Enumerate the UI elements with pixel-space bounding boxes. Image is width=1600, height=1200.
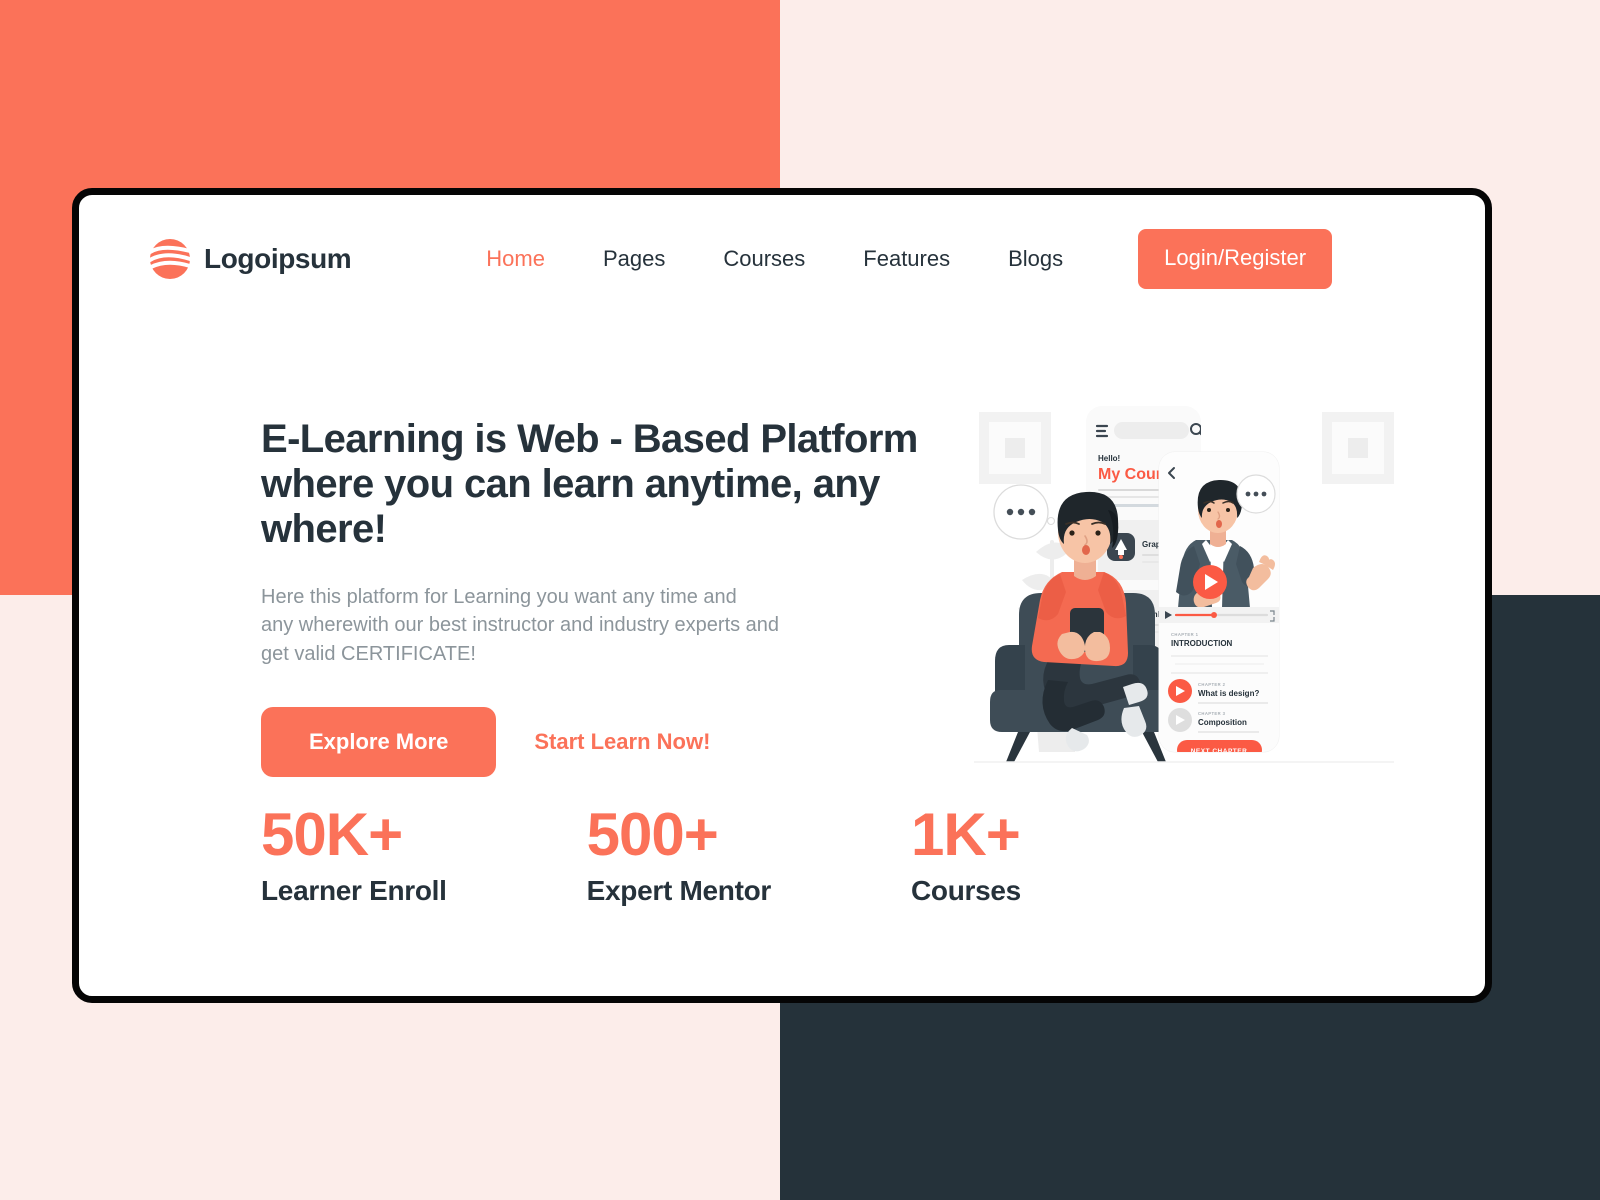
chapter-1-title: INTRODUCTION bbox=[1171, 639, 1233, 648]
chapter-3-title: Composition bbox=[1198, 718, 1247, 727]
stat-learner-enroll: 50K+ Learner Enroll bbox=[261, 805, 447, 907]
hero-subtext: Here this platform for Learning you want… bbox=[261, 585, 780, 666]
front-phone-mockup: CHAPTER 1 INTRODUCTION CHAPTER 2 What is… bbox=[1158, 451, 1280, 755]
stat-label: Expert Mentor bbox=[586, 875, 772, 906]
nav-item-pages[interactable]: Pages bbox=[574, 246, 694, 272]
hero-illustration: Hello! My Courses Grap CHAPTER 1 INTRODU… bbox=[974, 390, 1394, 770]
chapter-2-eyebrow: CHAPTER 2 bbox=[1198, 682, 1226, 687]
hero-cta-row: Explore More Start Learn Now! bbox=[261, 706, 961, 777]
back-phone-item-one: Grap bbox=[1142, 540, 1161, 549]
landing-page-card: Logoipsum Home Pages Courses Features Bl… bbox=[72, 188, 1492, 1003]
start-learn-now-link[interactable]: Start Learn Now! bbox=[534, 729, 710, 755]
stat-expert-mentor: 500+ Expert Mentor bbox=[586, 801, 772, 907]
back-phone-greeting: Hello! bbox=[1098, 454, 1120, 463]
chapter-3-eyebrow: CHAPTER 3 bbox=[1198, 711, 1226, 716]
next-chapter-button: NEXT CHAPTER bbox=[1177, 740, 1262, 755]
nav-item-courses[interactable]: Courses bbox=[694, 246, 834, 272]
next-chapter-label: NEXT CHAPTER bbox=[1191, 748, 1248, 755]
explore-more-button[interactable]: Explore More bbox=[261, 706, 497, 777]
site-header: Logoipsum Home Pages Courses Features Bl… bbox=[79, 195, 1485, 323]
main-navigation: Home Pages Courses Features Blogs Login/… bbox=[457, 229, 1333, 289]
speech-bubble-icon bbox=[993, 484, 1056, 540]
chapter-3-play-button bbox=[1168, 708, 1192, 732]
logoipsum-icon bbox=[148, 238, 192, 280]
nav-item-features[interactable]: Features bbox=[834, 246, 979, 272]
chapter-1-eyebrow: CHAPTER 1 bbox=[1171, 632, 1199, 637]
hero-section: E-Learning is Web - Based Platform where… bbox=[261, 417, 961, 777]
stat-value: 500+ bbox=[586, 801, 719, 868]
presenter-speech-bubble-icon bbox=[1236, 474, 1276, 514]
brand-logo[interactable]: Logoipsum bbox=[148, 238, 352, 280]
picture-frame-left-icon bbox=[979, 412, 1051, 484]
stat-value: 50K+ bbox=[261, 801, 403, 868]
stat-value: 1K+ bbox=[911, 801, 1021, 868]
nav-item-home[interactable]: Home bbox=[457, 246, 574, 272]
chapter-2-title: What is design? bbox=[1198, 689, 1259, 698]
stat-label: Courses bbox=[911, 875, 1021, 906]
hero-headline: E-Learning is Web - Based Platform where… bbox=[261, 417, 918, 552]
stat-courses: 1K+ Courses bbox=[911, 805, 1021, 907]
nav-item-blogs[interactable]: Blogs bbox=[979, 246, 1092, 272]
stats-section: 50K+ Learner Enroll 500+ Expert Mentor 1… bbox=[261, 805, 1021, 907]
login-register-button[interactable]: Login/Register bbox=[1138, 229, 1333, 289]
picture-frame-right-icon bbox=[1322, 412, 1394, 484]
chapter-2-play-button bbox=[1168, 679, 1192, 703]
video-play-button bbox=[1193, 565, 1227, 599]
stat-label: Learner Enroll bbox=[261, 875, 447, 906]
brand-name: Logoipsum bbox=[204, 243, 352, 274]
